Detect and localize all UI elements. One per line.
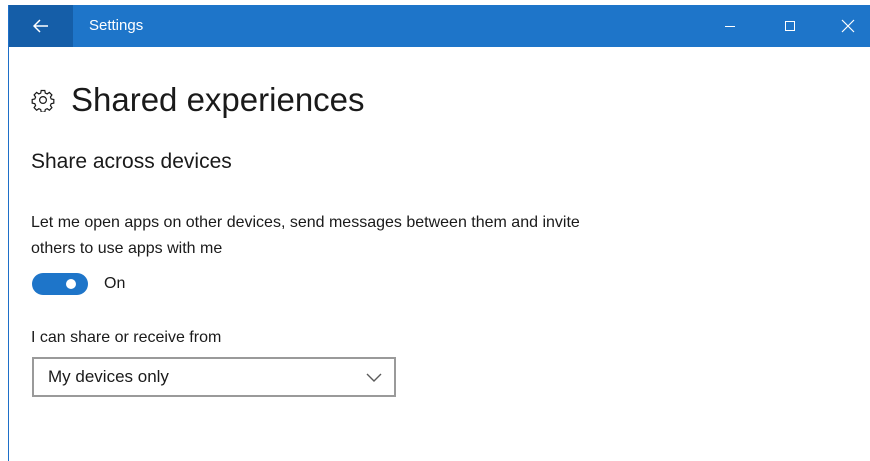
- minimize-icon: [725, 26, 735, 27]
- maximize-icon: [785, 21, 795, 31]
- minimize-button[interactable]: [701, 5, 759, 47]
- share-from-label: I can share or receive from: [31, 329, 222, 346]
- maximize-button[interactable]: [761, 5, 819, 47]
- share-toggle[interactable]: [32, 273, 88, 295]
- settings-window: Settings Shared experiences Share across…: [8, 5, 870, 461]
- title-bar: Settings: [9, 5, 870, 47]
- close-icon: [841, 19, 855, 33]
- toggle-state-label: On: [104, 275, 126, 292]
- page-header: Shared experiences: [31, 81, 365, 119]
- share-toggle-row: On: [32, 273, 125, 295]
- share-description: Let me open apps on other devices, send …: [31, 214, 580, 257]
- page-title: Shared experiences: [71, 81, 365, 118]
- back-arrow-icon: [33, 19, 48, 33]
- gear-icon: [31, 89, 55, 112]
- dropdown-selected-value: My devices only: [48, 367, 169, 386]
- window-title: Settings: [89, 17, 144, 34]
- share-from-dropdown[interactable]: My devices only: [32, 357, 396, 397]
- toggle-knob: [66, 279, 76, 289]
- section-title: Share across devices: [31, 150, 232, 173]
- chevron-down-icon: [366, 373, 382, 382]
- back-button[interactable]: [9, 5, 73, 47]
- close-button[interactable]: [819, 5, 870, 47]
